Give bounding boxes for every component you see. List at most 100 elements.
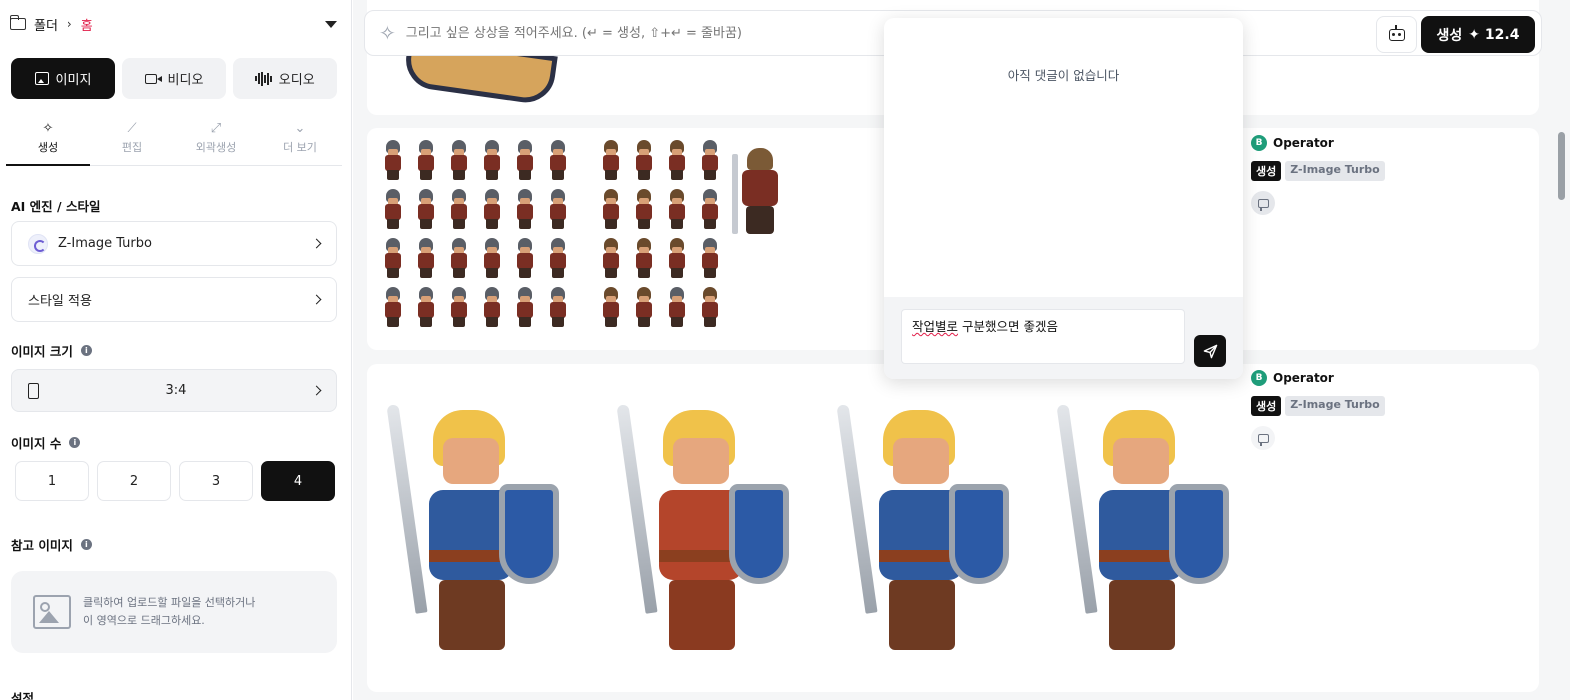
- upload-hint: 클릭하여 업로드할 파일을 선택하거나 이 영역으로 드래그하세요.: [83, 594, 255, 630]
- wand-icon: ⟋: [127, 121, 137, 136]
- folder-icon: [9, 15, 26, 30]
- tab-audio-label: 오디오: [278, 73, 315, 88]
- tab-audio[interactable]: 오디오: [233, 58, 337, 99]
- author-name: Operator: [1273, 371, 1334, 385]
- empty-comments-text: 아직 댓글이 없습니다: [1007, 68, 1120, 83]
- style-label: 스타일 적용: [28, 294, 92, 309]
- chevron-right-icon: [311, 385, 322, 396]
- sidebar: 폴더 › 홈 이미지 비디오 오디오 ✧ 생성 ⟋ 편집 ⤢ 외곽생성 ⌄ 더 …: [0, 0, 352, 700]
- reference-upload-dropzone[interactable]: 클릭하여 업로드할 파일을 선택하거나 이 영역으로 드래그하세요.: [11, 571, 337, 653]
- upload-hint-line-2: 이 영역으로 드래그하세요.: [83, 614, 205, 627]
- generate-label: 생성: [1436, 27, 1463, 44]
- comment-input[interactable]: 작업별로 구분했으면 좋겠음: [901, 309, 1185, 364]
- count-option-4[interactable]: 4: [261, 461, 335, 501]
- engine-section-label: AI 엔진 / 스타일: [11, 196, 100, 215]
- count-option-1[interactable]: 1: [15, 461, 89, 501]
- subtab-more[interactable]: ⌄ 더 보기: [258, 112, 342, 165]
- result-author: B Operator: [1251, 370, 1471, 386]
- credits-count: ✦ 12.4: [1468, 26, 1520, 43]
- engine-select[interactable]: Z-Image Turbo: [11, 221, 337, 266]
- sparkle-icon: ✧: [42, 121, 54, 136]
- image-icon: [34, 72, 49, 85]
- comment-button[interactable]: [1251, 426, 1275, 450]
- comment-composer: 작업별로 구분했으면 좋겠음: [884, 297, 1243, 379]
- scrollbar-thumb[interactable]: [1558, 132, 1565, 200]
- reference-section-label: 참고 이미지 i: [11, 535, 92, 554]
- engine-logo-icon: [28, 233, 48, 254]
- settings-section-label[interactable]: 설정: [11, 688, 34, 700]
- breadcrumb: 폴더 › 홈: [9, 14, 337, 34]
- tab-image[interactable]: 이미지: [11, 58, 115, 99]
- info-icon[interactable]: i: [69, 437, 81, 448]
- result-image-hero-4[interactable]: [1051, 404, 1241, 666]
- subtab-edit[interactable]: ⟋ 편집: [90, 112, 174, 165]
- sprite-sheet-left[interactable]: [381, 140, 591, 327]
- sprite-sheet-right[interactable]: [599, 140, 729, 327]
- chevron-down-icon: ⌄: [294, 121, 306, 136]
- size-select[interactable]: 3:4: [11, 369, 337, 412]
- subtab-outpaint-label: 외곽생성: [195, 141, 237, 154]
- subtab-generate[interactable]: ✧ 생성: [6, 112, 90, 166]
- result-meta: B Operator 생성 Z-Image Turbo: [1251, 135, 1471, 215]
- reference-label-text: 참고 이미지: [11, 538, 73, 553]
- mode-badge: 생성: [1251, 396, 1282, 416]
- subtab-more-label: 더 보기: [283, 141, 317, 154]
- image-count-selector: 1 2 3 4: [15, 461, 335, 501]
- breadcrumb-home[interactable]: 홈: [81, 15, 93, 34]
- info-icon[interactable]: i: [80, 539, 92, 550]
- model-badge: Z-Image Turbo: [1285, 396, 1385, 416]
- assistant-button[interactable]: [1376, 16, 1417, 53]
- comment-icon: [1257, 198, 1269, 211]
- media-tabs: 이미지 비디오 오디오: [11, 58, 337, 99]
- comment-popover: 아직 댓글이 없습니다 작업별로 구분했으면 좋겠음: [884, 18, 1243, 379]
- robot-icon: [1388, 24, 1405, 41]
- result-image-hero-1[interactable]: [381, 404, 571, 666]
- generate-button[interactable]: 생성 ✦ 12.4: [1421, 16, 1535, 53]
- result-tags: 생성 Z-Image Turbo: [1251, 161, 1471, 181]
- breadcrumb-folder[interactable]: 폴더: [34, 15, 58, 34]
- caret-down-icon[interactable]: [325, 20, 337, 28]
- send-icon: [1203, 344, 1217, 358]
- result-tags: 생성 Z-Image Turbo: [1251, 396, 1471, 416]
- result-image-hero-2[interactable]: [611, 404, 801, 666]
- settings-label-text: 설정: [11, 691, 35, 700]
- subtab-outpaint[interactable]: ⤢ 외곽생성: [174, 112, 258, 165]
- sub-tabs: ✧ 생성 ⟋ 편집 ⤢ 외곽생성 ⌄ 더 보기: [6, 112, 342, 166]
- comment-button[interactable]: [1251, 191, 1275, 215]
- expand-icon: ⤢: [210, 121, 222, 136]
- result-meta: B Operator 생성 Z-Image Turbo: [1251, 370, 1471, 450]
- chevron-right-icon: [311, 294, 322, 305]
- send-comment-button[interactable]: [1194, 335, 1226, 367]
- comment-text-rest: 구분했으면 좋겠음: [958, 319, 1058, 334]
- count-label-text: 이미지 수: [11, 436, 62, 451]
- upload-hint-line-1: 클릭하여 업로드할 파일을 선택하거나: [83, 596, 256, 609]
- tab-video-label: 비디오: [167, 73, 204, 88]
- size-label-text: 이미지 크기: [11, 344, 73, 359]
- info-icon[interactable]: i: [80, 345, 92, 356]
- count-option-2[interactable]: 2: [97, 461, 171, 501]
- count-section-label: 이미지 수 i: [11, 433, 81, 452]
- knight-large-sprite[interactable]: [732, 144, 792, 236]
- comment-icon: [1257, 433, 1269, 446]
- result-image-hero-3[interactable]: [831, 404, 1021, 666]
- image-placeholder-icon: [33, 595, 71, 629]
- author-name: Operator: [1273, 136, 1334, 150]
- size-section-label: 이미지 크기 i: [11, 341, 92, 360]
- chevron-right-icon: ›: [66, 17, 72, 31]
- portrait-ratio-icon: [28, 382, 39, 399]
- tab-image-label: 이미지: [55, 73, 92, 88]
- count-option-3[interactable]: 3: [179, 461, 253, 501]
- style-select[interactable]: 스타일 적용: [11, 277, 337, 322]
- engine-value: Z-Image Turbo: [58, 236, 152, 251]
- prompt-input[interactable]: [405, 25, 876, 41]
- mode-badge: 생성: [1251, 161, 1282, 181]
- size-value: 3:4: [165, 383, 187, 398]
- avatar: B: [1251, 370, 1267, 386]
- engine-label-text: AI 엔진 / 스타일: [11, 199, 101, 214]
- tab-video[interactable]: 비디오: [122, 58, 226, 99]
- subtab-edit-label: 편집: [121, 141, 143, 154]
- comment-text-underlined: 작업별로: [912, 319, 959, 334]
- avatar: B: [1251, 135, 1267, 151]
- video-icon: [144, 73, 162, 84]
- sparkle-icon: ✧: [379, 21, 396, 45]
